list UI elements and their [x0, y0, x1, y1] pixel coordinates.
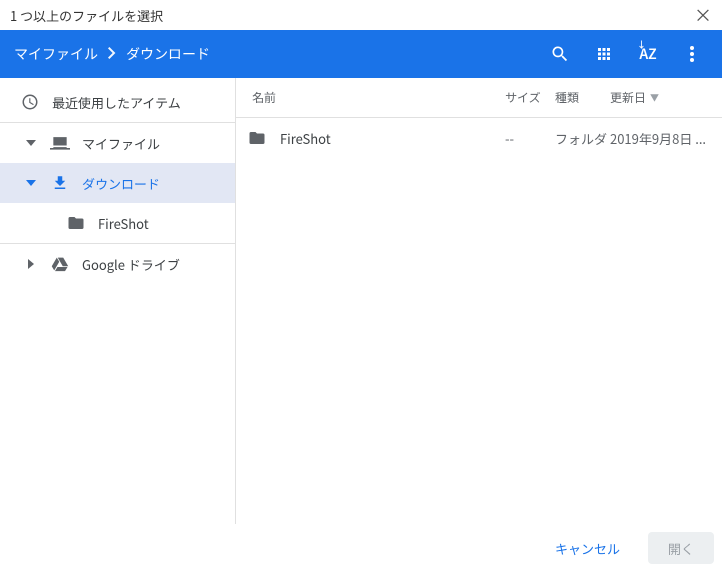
gdrive-icon: [50, 254, 70, 274]
file-name: FireShot: [280, 129, 505, 148]
breadcrumb-root[interactable]: マイファイル: [14, 44, 98, 64]
sidebar-item-label: マイファイル: [82, 134, 160, 153]
sidebar-item-label: 最近使用したアイテム: [52, 93, 181, 112]
search-icon[interactable]: [550, 44, 570, 64]
col-type[interactable]: 種類: [555, 89, 610, 106]
laptop-icon: [50, 133, 70, 153]
header-actions: ↓ AZ: [550, 44, 714, 64]
chevron-down-icon[interactable]: [24, 180, 38, 186]
sidebar-item-downloads[interactable]: ダウンロード: [0, 163, 235, 203]
sidebar-item-fireshot[interactable]: FireShot: [0, 203, 235, 243]
chevron-down-icon[interactable]: [24, 140, 38, 146]
sidebar-item-gdrive[interactable]: Google ドライブ: [0, 244, 235, 284]
file-size: --: [505, 129, 555, 148]
open-button[interactable]: 開く: [648, 532, 714, 564]
sidebar-item-label: Google ドライブ: [82, 255, 180, 274]
cancel-button[interactable]: キャンセル: [535, 532, 640, 564]
footer: キャンセル 開く: [0, 524, 722, 572]
grid-view-icon[interactable]: [594, 44, 614, 64]
col-name[interactable]: 名前: [248, 89, 505, 106]
clock-icon: [20, 92, 40, 112]
col-size[interactable]: サイズ: [505, 89, 555, 106]
breadcrumb: マイファイル ダウンロード: [14, 44, 550, 64]
folder-icon: [248, 129, 268, 147]
chevron-right-icon: [108, 44, 116, 64]
breadcrumb-current[interactable]: ダウンロード: [126, 44, 210, 64]
file-row[interactable]: FireShot -- フォルダ 2019年9月8日 ...: [236, 118, 722, 158]
sidebar-item-myfiles[interactable]: マイファイル: [0, 123, 235, 163]
sidebar-item-label: ダウンロード: [82, 174, 160, 193]
column-headers: 名前 サイズ 種類 更新日 ▼: [236, 78, 722, 118]
col-date[interactable]: 更新日 ▼: [610, 89, 710, 106]
file-date: 2019年9月8日 ...: [610, 129, 710, 148]
chevron-right-icon[interactable]: [24, 259, 38, 269]
header: マイファイル ダウンロード ↓ AZ: [0, 30, 722, 78]
file-list: 名前 サイズ 種類 更新日 ▼ FireShot -- フォルダ 2019年9月…: [236, 78, 722, 524]
sidebar-item-label: FireShot: [98, 214, 149, 233]
more-icon[interactable]: [682, 44, 702, 64]
titlebar: 1 つ以上のファイルを選択 ×: [0, 0, 722, 30]
sort-desc-icon: ▼: [650, 91, 659, 104]
download-icon: [50, 173, 70, 193]
close-icon[interactable]: ×: [694, 6, 712, 24]
folder-icon: [66, 213, 86, 233]
sidebar: 最近使用したアイテム マイファイル ダウンロード: [0, 78, 236, 524]
sort-icon[interactable]: ↓ AZ: [638, 44, 658, 64]
dialog-title: 1 つ以上のファイルを選択: [10, 6, 163, 25]
file-type: フォルダ: [555, 129, 610, 148]
sidebar-item-recent[interactable]: 最近使用したアイテム: [0, 82, 235, 122]
